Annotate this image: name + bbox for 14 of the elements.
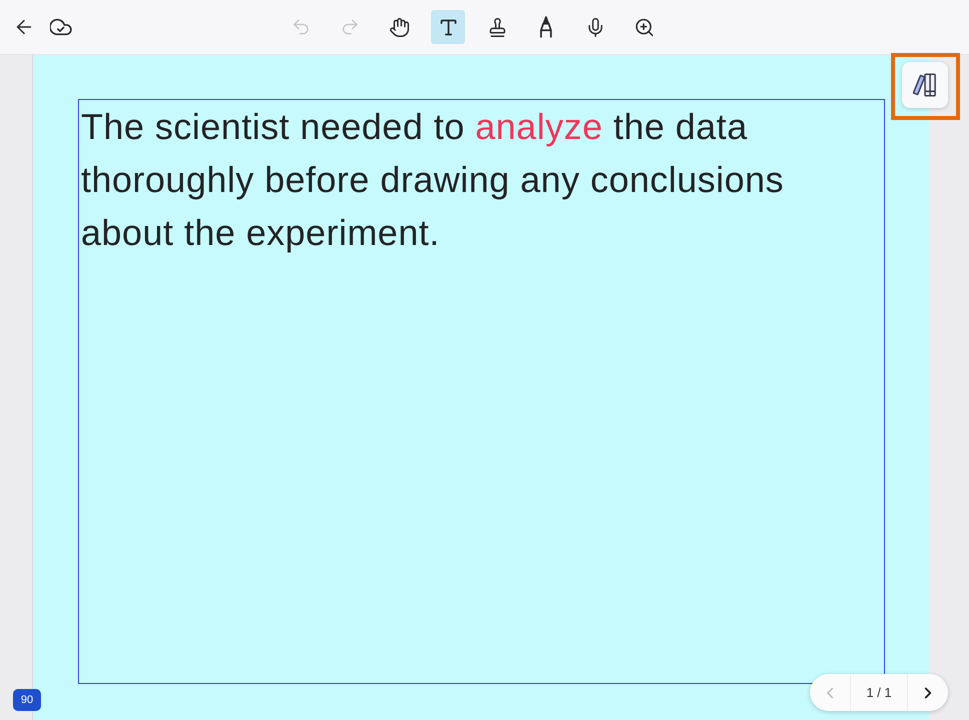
- redo-icon: [340, 17, 360, 37]
- zoom-level-badge: 90: [13, 689, 41, 711]
- text-box[interactable]: The scientist needed to analyze the data thoroughly before drawing any conclusions about the experiment.: [78, 99, 885, 684]
- undo-icon: [291, 17, 311, 37]
- hand-icon: [388, 16, 410, 38]
- text-paragraph: The scientist needed to analyze the data thoroughly before drawing any conclusions about the experiment.: [81, 105, 785, 255]
- page-indicator: 1 / 1: [850, 674, 908, 711]
- zoom-in-icon: [634, 16, 654, 38]
- cloud-check-icon: [50, 16, 72, 38]
- text-tool-button[interactable]: [431, 10, 465, 44]
- books-icon: [912, 73, 938, 97]
- library-button[interactable]: [902, 62, 948, 108]
- marker-icon: [537, 16, 555, 38]
- text-tool-icon: [438, 16, 458, 38]
